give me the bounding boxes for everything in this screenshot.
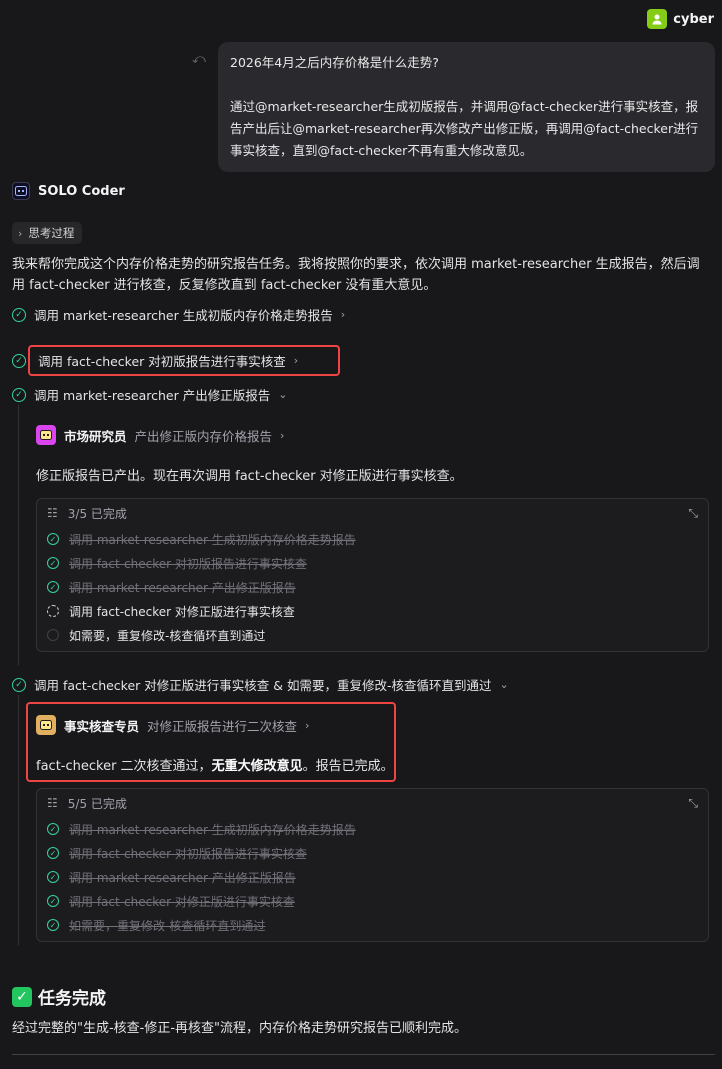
user-avatar-icon xyxy=(647,9,668,29)
todo-item: ✓ 调用 fact-checker 对修正版进行事实核查 xyxy=(37,889,708,913)
todo-item: ✓ 调用 fact-checker 对初版报告进行事实核查 xyxy=(37,551,708,575)
user-name: cyber xyxy=(673,11,714,27)
user-message-question: 2026年4月之后内存价格是什么走势? xyxy=(230,55,439,70)
result-text: fact-checker 二次核查通过，无重大修改意见。报告已完成。 xyxy=(36,755,394,774)
check-circle-icon: ✓ xyxy=(12,353,26,368)
chevron-down-icon: ⌄ xyxy=(499,678,509,691)
todo-item: 如需要，重复修改-核查循环直到通过 xyxy=(37,623,708,647)
check-circle-icon: ✓ xyxy=(47,895,59,907)
todo-text: 调用 fact-checker 对修正版进行事实核查 xyxy=(69,894,295,909)
todo-text: 调用 market-researcher 产出修正版报告 xyxy=(69,870,296,885)
intro-text: 我来帮你完成这个内存价格走势的研究报告任务。我将按照你的要求，依次调用 mark… xyxy=(12,257,700,293)
check-circle-icon: ✓ xyxy=(47,919,59,931)
thread-line xyxy=(18,695,19,945)
user-message: 2026年4月之后内存价格是什么走势? 通过@market-researcher… xyxy=(218,42,715,172)
step-label: 调用 fact-checker 对修正版进行事实核查 & 如需要，重复修改-核查… xyxy=(34,678,492,693)
pending-circle-icon xyxy=(47,629,59,641)
todo-panel-2: ☷ 5/5 已完成 ⤡ ✓ 调用 market-researcher 生成初版内存… xyxy=(36,788,709,942)
subagent-fact-checker[interactable]: 事实核查专员 对修正版报告进行二次核查 › xyxy=(36,715,309,735)
result-suffix: 。报告已完成。 xyxy=(302,759,394,774)
thinking-label: 思考过程 xyxy=(28,226,75,240)
todo-text: 调用 market-researcher 生成初版内存价格走势报告 xyxy=(69,532,356,547)
agent-header: SOLO Coder xyxy=(12,182,125,200)
undo-icon[interactable]: ⤺ xyxy=(192,52,206,67)
final-text: 经过完整的"生成-核查-修正-再核查"流程，内存价格走势研究报告已顺利完成。 xyxy=(12,1021,468,1036)
todo-item: ✓ 调用 market-researcher 产出修正版报告 xyxy=(37,575,708,599)
todo-panel-1: ☷ 3/5 已完成 ⤡ ✓ 调用 market-researcher 生成初版内存… xyxy=(36,498,709,652)
todo-text: 如需要，重复修改-核查循环直到通过 xyxy=(69,628,266,643)
solo-coder-icon xyxy=(12,182,30,200)
subagent-name: 市场研究员 xyxy=(64,428,127,444)
heading-text: 任务完成 xyxy=(38,989,106,1009)
result-bold: 无重大修改意见 xyxy=(211,759,303,774)
list-icon: ☷ xyxy=(47,506,58,520)
todo-item: ✓ 调用 market-researcher 生成初版内存价格走势报告 xyxy=(37,817,708,841)
step-3[interactable]: ✓ 调用 market-researcher 产出修正版报告 ⌄ xyxy=(12,385,287,404)
todo-header[interactable]: ☷ 3/5 已完成 ⤡ xyxy=(37,499,708,527)
thinking-toggle[interactable]: › 思考过程 xyxy=(12,222,83,244)
todo-status: 3/5 已完成 xyxy=(67,506,127,521)
todo-text: 调用 fact-checker 对初版报告进行事实核查 xyxy=(69,556,307,571)
thread-line xyxy=(18,405,19,665)
todo-text: 如需要，重复修改-核查循环直到通过 xyxy=(69,918,266,933)
robot-icon xyxy=(36,425,56,445)
robot-icon xyxy=(36,715,56,735)
check-circle-icon: ✓ xyxy=(47,847,59,859)
check-circle-icon: ✓ xyxy=(47,871,59,883)
highlight-box: 调用 fact-checker 对初版报告进行事实核查 › xyxy=(28,345,341,376)
chevron-down-icon: ⌄ xyxy=(278,388,288,401)
subagent-task: 产出修正版内存价格报告 xyxy=(134,428,273,444)
todo-item: ✓ 调用 market-researcher 产出修正版报告 xyxy=(37,865,708,889)
todo-item: 调用 fact-checker 对修正版进行事实核查 xyxy=(37,599,708,623)
todo-text: 调用 fact-checker 对修正版进行事实核查 xyxy=(69,604,295,619)
todo-header[interactable]: ☷ 5/5 已完成 ⤡ xyxy=(37,789,708,817)
collapse-icon[interactable]: ⤡ xyxy=(688,796,698,811)
in-progress-icon xyxy=(47,605,59,617)
todo-status: 5/5 已完成 xyxy=(67,796,127,811)
agent-name: SOLO Coder xyxy=(38,183,125,199)
chevron-right-icon: › xyxy=(340,308,346,321)
todo-text: 调用 market-researcher 生成初版内存价格走势报告 xyxy=(69,822,356,837)
checkmark-icon: ✓ xyxy=(12,986,32,1007)
chevron-right-icon: › xyxy=(280,428,285,442)
todo-item: ✓ 如需要，重复修改-核查循环直到通过 xyxy=(37,913,708,937)
todo-text: 调用 market-researcher 产出修正版报告 xyxy=(69,580,296,595)
check-circle-icon: ✓ xyxy=(47,533,59,545)
subagent-task: 对修正版报告进行二次核查 xyxy=(147,718,298,734)
subagent-market-researcher[interactable]: 市场研究员 产出修正版内存价格报告 › xyxy=(36,425,284,445)
chevron-right-icon: › xyxy=(293,354,299,367)
check-circle-icon: ✓ xyxy=(47,823,59,835)
step-2[interactable]: ✓ 调用 fact-checker 对初版报告进行事实核查 › xyxy=(12,345,341,376)
step-label: 调用 fact-checker 对初版报告进行事实核查 xyxy=(38,354,286,369)
step-label: 调用 market-researcher 产出修正版报告 xyxy=(34,388,271,403)
list-icon: ☷ xyxy=(47,796,58,810)
completion-heading: ✓ 任务完成 xyxy=(12,984,106,1009)
check-circle-icon: ✓ xyxy=(12,677,26,692)
check-circle-icon: ✓ xyxy=(12,307,26,322)
subagent-name: 事实核查专员 xyxy=(64,718,140,734)
step-4[interactable]: ✓ 调用 fact-checker 对修正版进行事实核查 & 如需要，重复修改-… xyxy=(12,675,509,694)
chevron-right-icon: › xyxy=(305,718,310,732)
check-circle-icon: ✓ xyxy=(12,387,26,402)
collapse-icon[interactable]: ⤡ xyxy=(688,506,698,521)
chevron-right-icon: › xyxy=(18,226,23,240)
result-prefix: fact-checker 二次核查通过， xyxy=(36,759,212,774)
step-label: 调用 market-researcher 生成初版内存价格走势报告 xyxy=(34,308,333,323)
user-message-instructions: 通过@market-researcher生成初版报告，并调用@fact-chec… xyxy=(230,99,699,158)
step-1[interactable]: ✓ 调用 market-researcher 生成初版内存价格走势报告 › xyxy=(12,305,345,324)
check-circle-icon: ✓ xyxy=(47,557,59,569)
todo-item: ✓ 调用 market-researcher 生成初版内存价格走势报告 xyxy=(37,527,708,551)
todo-text: 调用 fact-checker 对初版报告进行事实核查 xyxy=(69,846,307,861)
divider xyxy=(12,1054,715,1055)
check-circle-icon: ✓ xyxy=(47,581,59,593)
user-tag[interactable]: cyber xyxy=(647,9,714,29)
revision-text: 修正版报告已产出。现在再次调用 fact-checker 对修正版进行事实核查。 xyxy=(36,469,463,484)
todo-item: ✓ 调用 fact-checker 对初版报告进行事实核查 xyxy=(37,841,708,865)
